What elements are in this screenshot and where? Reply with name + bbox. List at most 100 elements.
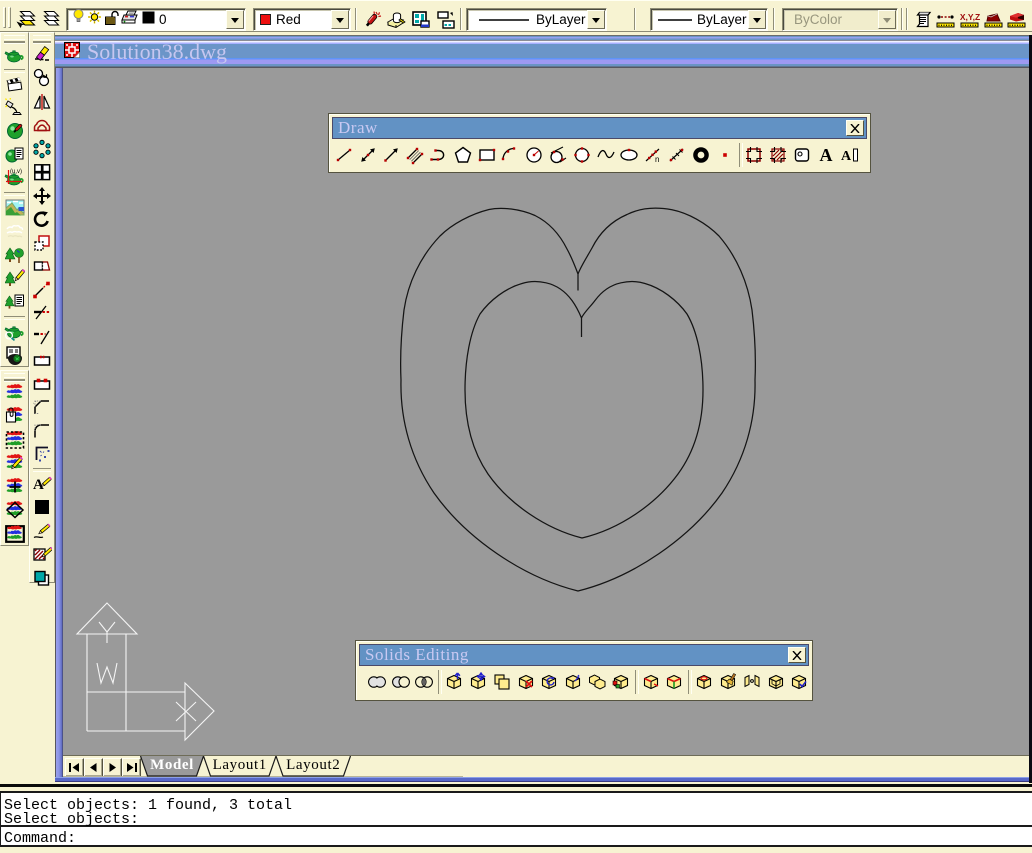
explode-button[interactable] [30,443,54,467]
toolbar-grip[interactable] [3,7,6,28]
distance-button[interactable] [935,9,957,30]
render-preferences-button[interactable] [1,320,28,344]
multiline-text-button[interactable]: A [814,141,838,169]
line-button[interactable] [332,141,356,169]
ray-button[interactable] [380,141,404,169]
offset-button[interactable] [30,114,54,138]
tab-model[interactable]: Model [150,757,194,774]
clean-button[interactable] [716,668,740,696]
break-button[interactable] [30,349,54,373]
landscape-edit-button[interactable] [1,267,28,291]
command-prompt[interactable]: Command: [1,829,1032,846]
rotate-button[interactable] [30,208,54,232]
union-button[interactable] [365,668,389,696]
single-line-text-button[interactable]: A [838,141,862,169]
toolbar-grip[interactable] [4,373,25,381]
multiline-button[interactable] [403,141,427,169]
donut-button[interactable] [689,141,713,169]
mapping-button[interactable]: (u,v) [1,167,28,191]
lineweight-combo[interactable]: ByLayer [650,8,768,31]
check-button[interactable] [788,668,812,696]
inner-heart[interactable] [464,280,704,539]
rotate-faces-button[interactable] [538,668,562,696]
hatch-button[interactable] [766,141,790,169]
linetype-combo-dropdown-button[interactable] [587,10,605,29]
tab-layout1[interactable]: Layout1 [213,757,267,774]
edit-text-button[interactable]: A [30,472,54,496]
erase-button[interactable] [30,43,54,67]
move-button[interactable] [30,184,54,208]
toolbar-grip[interactable] [33,35,51,43]
construction-line-button[interactable] [356,141,380,169]
draw-toolbar-titlebar[interactable]: Draw [332,117,867,139]
properties-button[interactable] [385,9,407,30]
array-rect-button[interactable] [30,161,54,185]
spline-button[interactable] [594,141,618,169]
edit-hatch-button[interactable] [30,543,54,567]
tab-layout2[interactable]: Layout2 [286,757,340,774]
extrude-faces-button[interactable] [442,668,466,696]
separate-button[interactable] [740,668,764,696]
polyline-button[interactable] [427,141,451,169]
lengthen-button[interactable] [30,278,54,302]
list-button[interactable] [912,9,934,30]
area-button[interactable] [983,9,1005,30]
dbconnect-button[interactable] [435,9,457,30]
toolbar-grip[interactable] [4,35,25,43]
layer-combo[interactable]: 0 [66,8,246,31]
taper-faces-button[interactable] [561,668,585,696]
toolbar-grip[interactable] [8,7,11,28]
layer-combo-dropdown-button[interactable] [226,10,244,29]
image-transparency-button[interactable] [1,499,28,523]
divide-button[interactable]: n [641,141,665,169]
break-at-point-button[interactable] [30,372,54,396]
landscape-library-button[interactable] [1,290,28,314]
ellipse-button[interactable] [618,141,642,169]
shell-button[interactable] [764,668,788,696]
materials-library-button[interactable] [1,143,28,167]
move-faces-button[interactable] [466,668,490,696]
locate-point-button[interactable]: X,Y,Z [959,9,981,30]
designcenter-button[interactable] [410,9,432,30]
lights-button[interactable] [1,96,28,120]
draworder-button[interactable] [30,566,54,590]
delete-faces-button[interactable] [514,668,538,696]
fillet-button[interactable] [30,419,54,443]
boundary-button[interactable] [743,141,767,169]
image-adjust-button[interactable] [1,452,28,476]
circle-quadrant-button[interactable] [570,141,594,169]
drawing-window-titlebar[interactable]: Solution38.dwg [55,35,1032,68]
materials-button[interactable] [1,120,28,144]
solids-editing-titlebar[interactable]: Solids Editing [359,644,809,666]
circle-tan-tan-radius-button[interactable] [546,141,570,169]
copy-object-button[interactable] [30,67,54,91]
lineweight-combo-dropdown-button[interactable] [748,10,766,29]
region-button[interactable] [790,141,814,169]
make-object-layer-current-button[interactable] [14,9,36,30]
arc-button[interactable] [499,141,523,169]
trim-button[interactable] [30,302,54,326]
color-combo[interactable]: Red [253,8,351,31]
stretch-button[interactable] [30,255,54,279]
background-button[interactable] [1,196,28,220]
2d-solid-button[interactable] [30,496,54,520]
extend-button[interactable] [30,325,54,349]
image-frame-button[interactable] [1,522,28,546]
statistics-button[interactable] [1,343,28,367]
subtract-button[interactable] [389,668,413,696]
circle-button[interactable] [522,141,546,169]
rectangle-button[interactable] [475,141,499,169]
image-button[interactable] [1,381,28,405]
scale-button[interactable] [30,231,54,255]
copy-edges-button[interactable] [639,668,663,696]
image-quality-button[interactable] [1,475,28,499]
layers-button[interactable] [38,9,60,30]
intersect-button[interactable] [413,668,437,696]
point-button[interactable] [713,141,737,169]
polygon-button[interactable] [451,141,475,169]
linetype-combo[interactable]: ByLayer [466,8,607,31]
color-edges-button[interactable] [663,668,687,696]
landscape-new-button[interactable] [1,243,28,267]
render-button[interactable] [1,43,28,67]
scenes-button[interactable] [1,73,28,97]
